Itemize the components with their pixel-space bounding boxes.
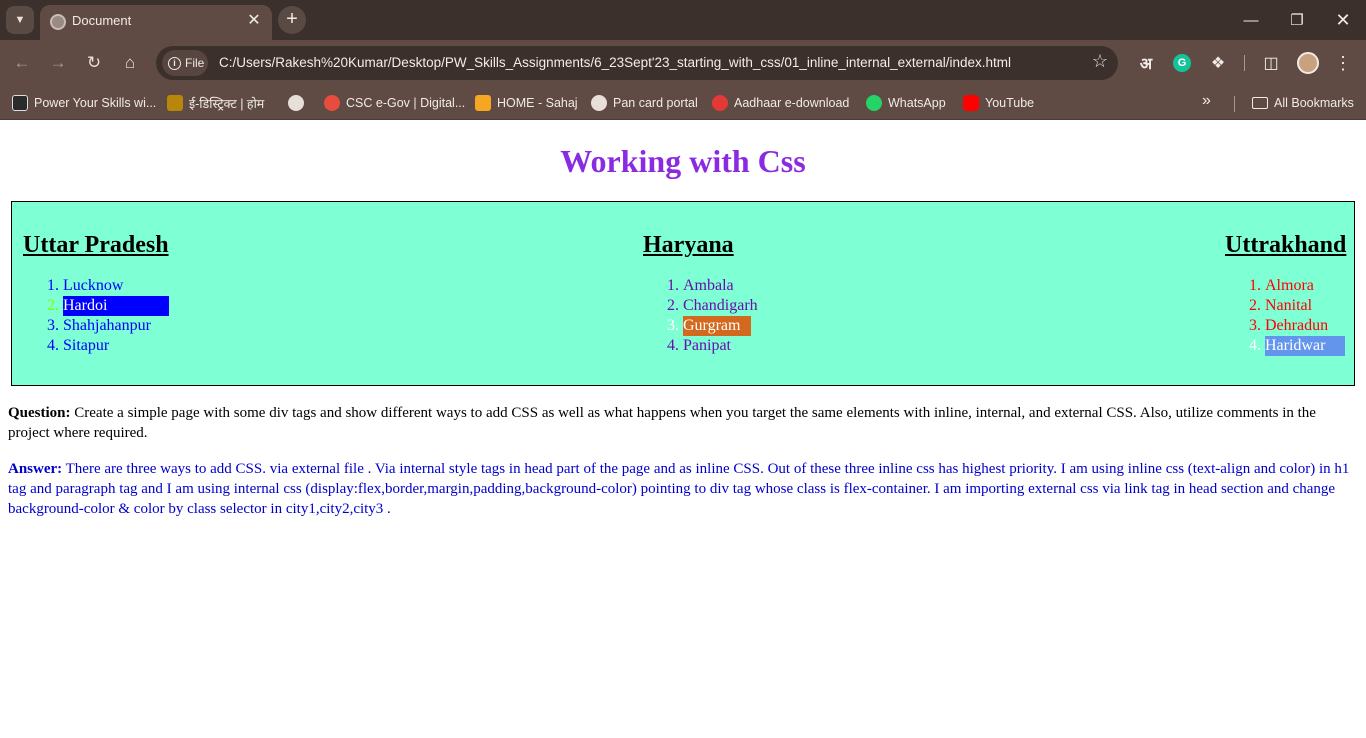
- state-column-uttrakhand: Uttrakhand 1. Almora 2. Nanital 3. Dehradun…: [1225, 232, 1346, 356]
- pw-skills-icon: [12, 95, 28, 111]
- file-chip-label: File: [185, 56, 205, 70]
- folder-icon: [1252, 97, 1268, 109]
- profile-avatar[interactable]: [1295, 50, 1321, 76]
- sahaj-icon: [475, 95, 491, 111]
- address-bar[interactable]: i File C:/Users/Rakesh%20Kumar/Desktop/P…: [156, 46, 1118, 80]
- question-label: Question:: [8, 405, 71, 421]
- list-item: 1. Ambala: [667, 277, 734, 294]
- bookmarks-bar: Power Your Skills wi... ई-डिस्ट्रिक्ट | …: [0, 86, 1366, 120]
- bookmark-sahaj[interactable]: HOME - Sahaj: [475, 92, 578, 114]
- avatar: [1297, 52, 1319, 74]
- list-item: 2. Chandigarh: [667, 297, 758, 314]
- window-close-button[interactable]: ✕: [1320, 4, 1366, 36]
- browser-titlebar: ▼ Document ✕ + — ❐ ✕: [0, 0, 1366, 40]
- list-item: 3. Shahjahanpur: [47, 317, 151, 334]
- state-heading: Haryana: [643, 232, 734, 258]
- state-heading: Uttar Pradesh: [23, 232, 169, 258]
- state-column-uttar-pradesh: Uttar Pradesh 1. Lucknow 2. Hardoi 3. Shahj…: [23, 232, 169, 356]
- bookmark-youtube[interactable]: YouTube: [963, 92, 1034, 114]
- all-bookmarks-label: All Bookmarks: [1274, 96, 1354, 110]
- site-info-button[interactable]: i File: [162, 50, 208, 76]
- extensions-puzzle-icon[interactable]: ❖: [1205, 50, 1231, 76]
- aadhaar-icon: [712, 95, 728, 111]
- youtube-icon: [963, 95, 979, 111]
- home-button[interactable]: ⌂: [116, 49, 144, 77]
- bookmark-label: YouTube: [985, 96, 1035, 110]
- grammarly-icon: G: [1173, 54, 1191, 72]
- more-menu-icon[interactable]: ⋮: [1330, 50, 1356, 76]
- globe-icon: [288, 95, 304, 111]
- restore-button[interactable]: ❐: [1274, 4, 1320, 36]
- list-item: 1. Almora: [1249, 277, 1314, 294]
- bookmark-label: WhatsApp: [888, 96, 946, 110]
- info-icon: i: [168, 56, 181, 70]
- bookmark-e-district[interactable]: ई-डिस्ट्रिक्ट | होम: [167, 92, 264, 114]
- back-button[interactable]: ←: [8, 49, 36, 77]
- forward-button[interactable]: →: [44, 49, 72, 77]
- bookmark-star-icon[interactable]: ☆: [1092, 51, 1108, 72]
- flex-container: Uttar Pradesh 1. Lucknow 2. Hardoi 3. Shahj…: [11, 201, 1355, 386]
- csc-icon: [324, 95, 340, 111]
- list-item: 1. Lucknow: [47, 277, 124, 294]
- close-icon[interactable]: ✕: [244, 11, 264, 31]
- state-column-haryana: Haryana 1. Ambala 2. Chandigarh 3. Gurgram …: [643, 232, 758, 356]
- chevron-double-right-icon[interactable]: »: [1202, 92, 1211, 110]
- side-panel-icon[interactable]: ◫: [1258, 50, 1284, 76]
- hindi-input-extension[interactable]: अ: [1133, 50, 1159, 76]
- list-item-highlighted: 4. Haridwar: [1225, 336, 1346, 356]
- globe-icon: [50, 14, 66, 30]
- tab-search-chevron-icon[interactable]: ▼: [6, 6, 34, 34]
- question-paragraph: Question: Create a simple page with some…: [8, 403, 1348, 443]
- tab-title: Document: [72, 13, 132, 28]
- bookmark-globe[interactable]: [288, 92, 304, 114]
- answer-paragraph: Answer: There are three ways to add CSS.…: [8, 459, 1353, 519]
- list-item-highlighted: 2. Hardoi: [23, 296, 169, 316]
- globe-icon: [591, 95, 607, 111]
- reload-button[interactable]: ↻: [80, 49, 108, 77]
- city-list: 1. Ambala 2. Chandigarh 3. Gurgram 4. Panipa…: [643, 276, 758, 356]
- bookmark-label: ई-डिस्ट्रिक्ट | होम: [189, 96, 265, 111]
- bookmarks-divider: [1234, 96, 1235, 112]
- answer-text: There are three ways to add CSS. via ext…: [8, 461, 1350, 517]
- answer-label: Answer:: [8, 461, 63, 477]
- bookmark-aadhaar[interactable]: Aadhaar e-download: [712, 92, 849, 114]
- minimize-button[interactable]: —: [1228, 4, 1274, 36]
- list-item: 3. Dehradun: [1249, 317, 1329, 334]
- list-item: 4. Panipat: [667, 337, 731, 354]
- bookmark-label: Pan card portal: [613, 96, 698, 110]
- toolbar-divider: [1244, 55, 1245, 71]
- browser-toolbar: ← → ↻ ⌂ i File C:/Users/Rakesh%20Kumar/D…: [0, 40, 1366, 86]
- city-list: 1. Lucknow 2. Hardoi 3. Shahjahanpur 4. Sita…: [23, 276, 169, 356]
- state-heading: Uttrakhand: [1225, 232, 1347, 258]
- page-title: Working with Css: [560, 143, 806, 179]
- bookmark-label: HOME - Sahaj: [497, 96, 578, 110]
- all-bookmarks-button[interactable]: All Bookmarks: [1252, 92, 1354, 114]
- browser-tab[interactable]: Document ✕: [40, 5, 272, 40]
- new-tab-button[interactable]: +: [278, 6, 306, 34]
- grammarly-extension[interactable]: G: [1169, 50, 1195, 76]
- bookmark-csc[interactable]: CSC e-Gov | Digital...: [324, 92, 465, 114]
- web-page: Working with Css Uttar Pradesh 1. Lucknow…: [0, 121, 1366, 738]
- bookmark-pan-card[interactable]: Pan card portal: [591, 92, 698, 114]
- list-item: 2. Nanital: [1249, 297, 1313, 314]
- question-text: Create a simple page with some div tags …: [8, 405, 1316, 441]
- list-item-highlighted: 3. Gurgram: [643, 316, 758, 336]
- bookmark-label: Aadhaar e-download: [734, 96, 850, 110]
- list-item: 4. Sitapur: [47, 337, 110, 354]
- bookmark-whatsapp[interactable]: WhatsApp: [866, 92, 946, 114]
- city-list: 1. Almora 2. Nanital 3. Dehradun 4. Haridwar: [1225, 276, 1346, 356]
- bookmark-label: CSC e-Gov | Digital...: [346, 96, 466, 110]
- bookmark-label: Power Your Skills wi...: [34, 96, 157, 110]
- whatsapp-icon: [866, 95, 882, 111]
- url-text[interactable]: C:/Users/Rakesh%20Kumar/Desktop/PW_Skill…: [219, 55, 1011, 70]
- e-district-icon: [167, 95, 183, 111]
- bookmark-pw-skills[interactable]: Power Your Skills wi...: [12, 92, 156, 114]
